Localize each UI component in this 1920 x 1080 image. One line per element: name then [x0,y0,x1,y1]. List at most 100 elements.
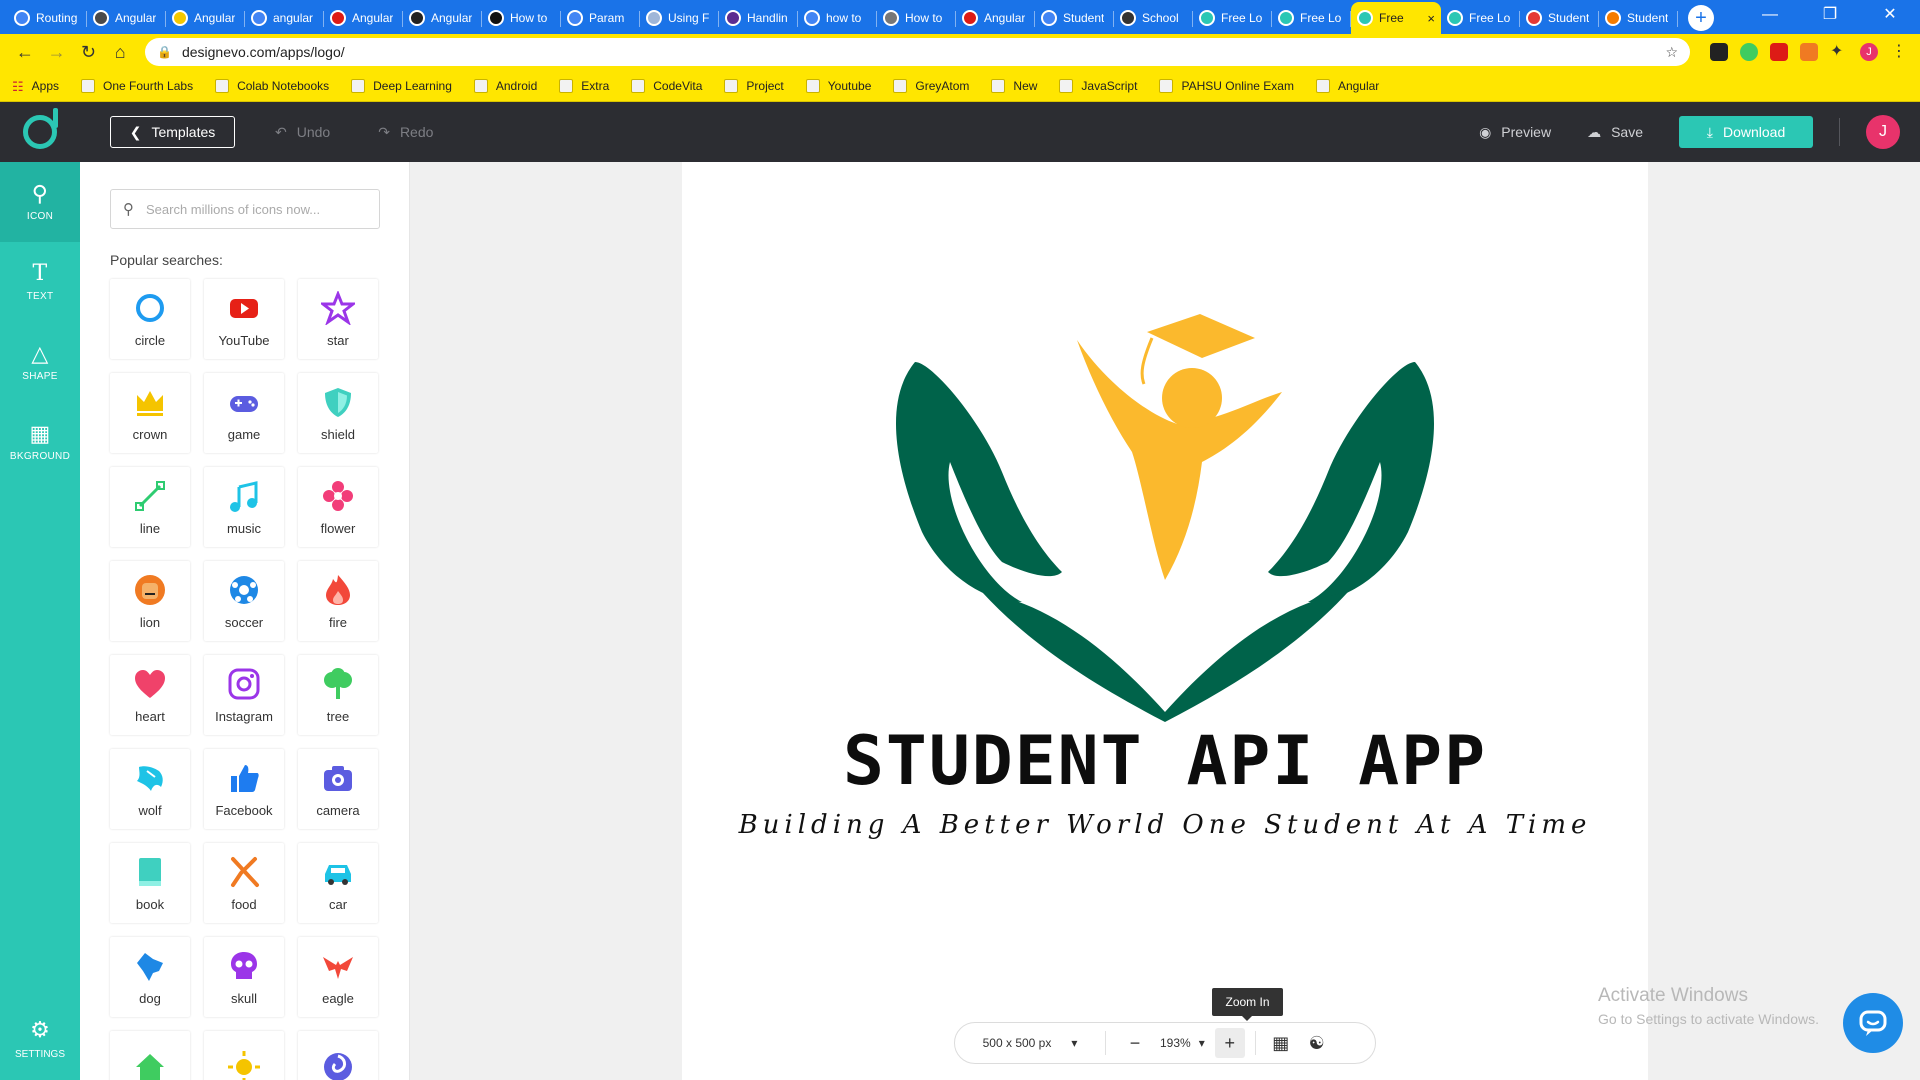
icon-tile-lion[interactable]: lion [110,561,190,641]
icon-tile-star[interactable]: star [298,279,378,359]
bookmark-item[interactable]: Angular [1315,78,1379,93]
profile-avatar[interactable]: J [1860,43,1878,61]
browser-tab[interactable]: Angular [324,2,403,34]
icon-tile-circle[interactable]: circle [110,279,190,359]
chat-button[interactable] [1843,993,1903,1053]
new-tab-button[interactable]: + [1688,5,1714,31]
browser-tab[interactable]: Angular [87,2,166,34]
extension-icon[interactable] [1710,43,1728,61]
browser-tab[interactable]: Angular [956,2,1035,34]
bookmark-item[interactable]: New [991,78,1037,93]
icon-tile-swirl[interactable] [298,1031,378,1080]
browser-tab[interactable]: School [1114,2,1193,34]
grid-icon[interactable]: ▦ [1266,1028,1296,1058]
icon-tile-line[interactable]: line [110,467,190,547]
icon-tile-sun[interactable] [204,1031,284,1080]
icon-tile-facebook[interactable]: Facebook [204,749,284,829]
icon-tile-skull[interactable]: skull [204,937,284,1017]
reload-icon[interactable]: ↻ [76,37,102,67]
icon-tile-tree[interactable]: tree [298,655,378,735]
icon-tile-heart[interactable]: heart [110,655,190,735]
bookmark-item[interactable]: GreyAtom [893,78,969,93]
icon-tile-car[interactable]: car [298,843,378,923]
student-logo-graphic[interactable] [682,162,1648,722]
browser-tab[interactable]: How to [877,2,956,34]
browser-tab[interactable]: Free Lo [1272,2,1351,34]
bookmark-item[interactable]: Extra [559,78,609,93]
bookmark-item[interactable]: One Fourth Labs [81,78,193,93]
icon-tile-instagram[interactable]: Instagram [204,655,284,735]
canvas-size-select[interactable]: 500 x 500 px ▾ [955,1036,1105,1050]
logo-canvas[interactable]: STUDENT API APP Building A Better World … [682,162,1648,1080]
browser-tab[interactable]: Using F [640,2,719,34]
close-window-icon[interactable]: ✕ [1860,0,1920,30]
menu-icon[interactable]: ⋮ [1890,43,1908,61]
bookmark-item[interactable]: ☷ Apps [12,79,59,94]
bookmark-item[interactable]: Deep Learning [351,78,452,93]
browser-tab[interactable]: Free × [1351,2,1441,34]
browser-tab[interactable]: Routing [8,2,87,34]
icon-tile-soccer[interactable]: soccer [204,561,284,641]
bookmark-item[interactable]: Colab Notebooks [215,78,329,93]
browser-tab[interactable]: How to [482,2,561,34]
icon-tile-house[interactable] [110,1031,190,1080]
user-avatar[interactable]: J [1866,115,1900,149]
restore-icon[interactable]: ❐ [1800,0,1860,30]
logo-tagline[interactable]: Building A Better World One Student At A… [682,810,1648,840]
icon-tile-food[interactable]: food [204,843,284,923]
nav-text-tab[interactable]: T TEXT [0,242,80,322]
forward-icon[interactable]: → [44,37,70,67]
download-button[interactable]: ⤓ Download [1679,116,1813,148]
minimize-icon[interactable]: — [1740,0,1800,30]
icon-tile-game[interactable]: game [204,373,284,453]
angular-extension-icon[interactable] [1770,43,1788,61]
save-button[interactable]: ☁ Save [1587,124,1643,141]
nav-settings[interactable]: ⚙ SETTINGS [0,1017,80,1060]
browser-tab[interactable]: Handlin [719,2,798,34]
browser-tab[interactable]: Free Lo [1441,2,1520,34]
icon-tile-youtube[interactable]: YouTube [204,279,284,359]
icon-tile-crown[interactable]: crown [110,373,190,453]
logo-title[interactable]: STUDENT API APP [682,722,1648,801]
back-icon[interactable]: ← [12,37,38,67]
browser-tab[interactable]: Param [561,2,640,34]
browser-tab[interactable]: Student [1520,2,1599,34]
redo-button[interactable]: ↷ Redo [378,124,433,141]
close-tab-icon[interactable]: × [1427,11,1435,26]
address-bar[interactable]: 🔒 designevo.com/apps/logo/ ☆ [145,38,1690,66]
shield-extension-icon[interactable] [1740,43,1758,61]
undo-button[interactable]: ↶ Undo [275,124,330,141]
bookmark-item[interactable]: Project [724,78,784,93]
nav-shape-tab[interactable]: △ SHAPE [0,322,80,402]
nav-background-tab[interactable]: ▦ BKGROUND [0,402,80,482]
bookmark-item[interactable]: CodeVita [631,78,702,93]
browser-tab[interactable]: Student [1599,2,1678,34]
icon-tile-flower[interactable]: flower [298,467,378,547]
bookmark-item[interactable]: Android [473,78,537,93]
bookmark-item[interactable]: Youtube [805,78,871,93]
nav-icon-tab[interactable]: ⚲ ICON [0,162,80,242]
browser-tab[interactable]: Angular [166,2,245,34]
icon-search-input[interactable]: ⚲ Search millions of icons now... [110,189,380,229]
icon-tile-fire[interactable]: fire [298,561,378,641]
icon-tile-wolf[interactable]: wolf [110,749,190,829]
puzzle-icon[interactable]: ✦ [1830,43,1848,61]
home-icon[interactable]: ⌂ [107,37,133,67]
browser-tab[interactable]: angular [245,2,324,34]
zoom-in-button[interactable]: + [1214,1028,1245,1058]
bookmark-item[interactable]: JavaScript [1059,78,1137,93]
browser-tab[interactable]: Student [1035,2,1114,34]
icon-tile-camera[interactable]: camera [298,749,378,829]
designevo-logo[interactable] [0,108,80,149]
browser-tab[interactable]: how to [798,2,877,34]
preview-button[interactable]: ◉ Preview [1479,124,1551,141]
zoom-out-button[interactable]: − [1120,1028,1150,1058]
extension-icon[interactable] [1800,43,1818,61]
icon-tile-eagle[interactable]: eagle [298,937,378,1017]
browser-tab[interactable]: Angular [403,2,482,34]
browser-tab[interactable]: Free Lo [1193,2,1272,34]
zoom-level-select[interactable]: 193% ▾ [1160,1036,1205,1050]
icon-tile-shield[interactable]: shield [298,373,378,453]
icon-tile-dog[interactable]: dog [110,937,190,1017]
icon-tile-book[interactable]: book [110,843,190,923]
